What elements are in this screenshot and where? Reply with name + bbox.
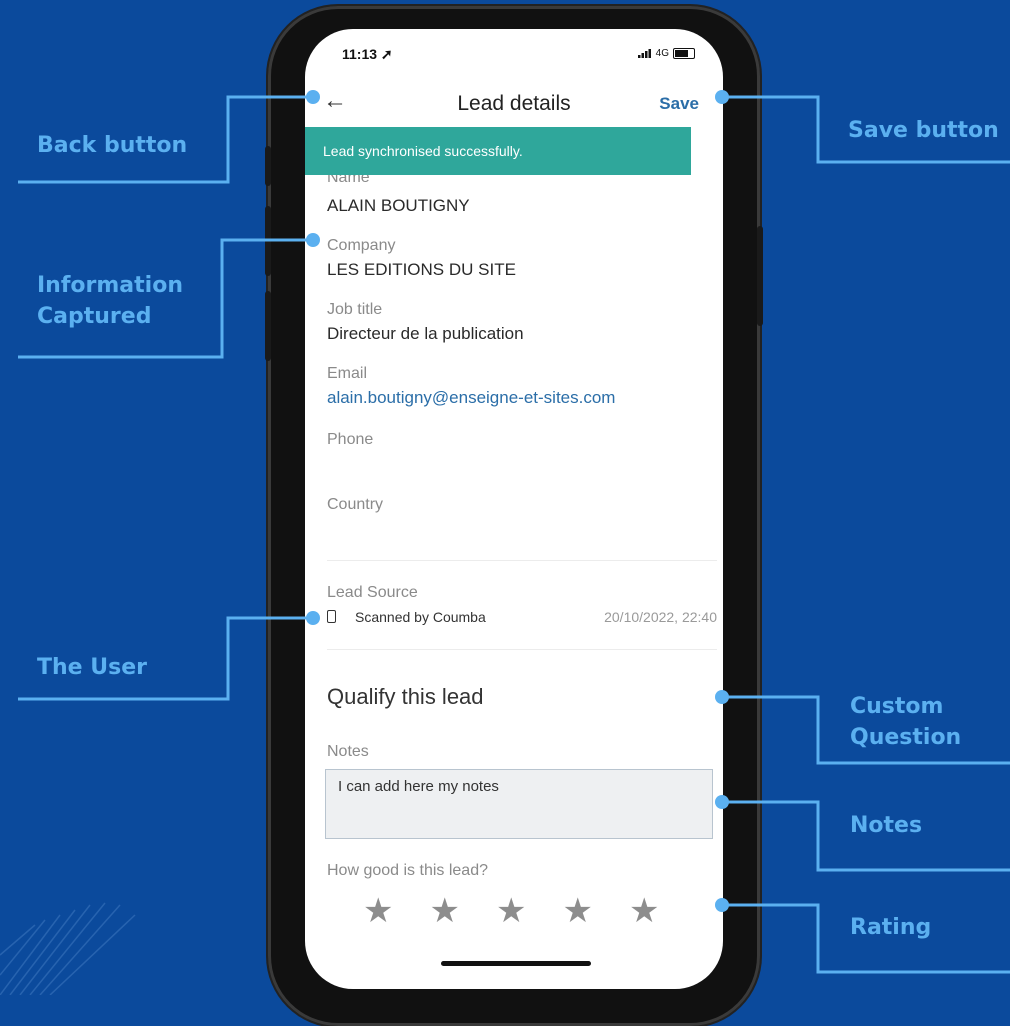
callout-notes: Notes [850,813,923,838]
callout-back-button: Back button [37,133,188,158]
callout-information-captured: Information Captured [37,273,183,329]
callout-custom-question: Custom Question [850,694,962,750]
callout-rating: Rating [850,915,932,940]
callout-the-user: The User [37,655,147,680]
callout-save-button: Save button [848,118,999,143]
